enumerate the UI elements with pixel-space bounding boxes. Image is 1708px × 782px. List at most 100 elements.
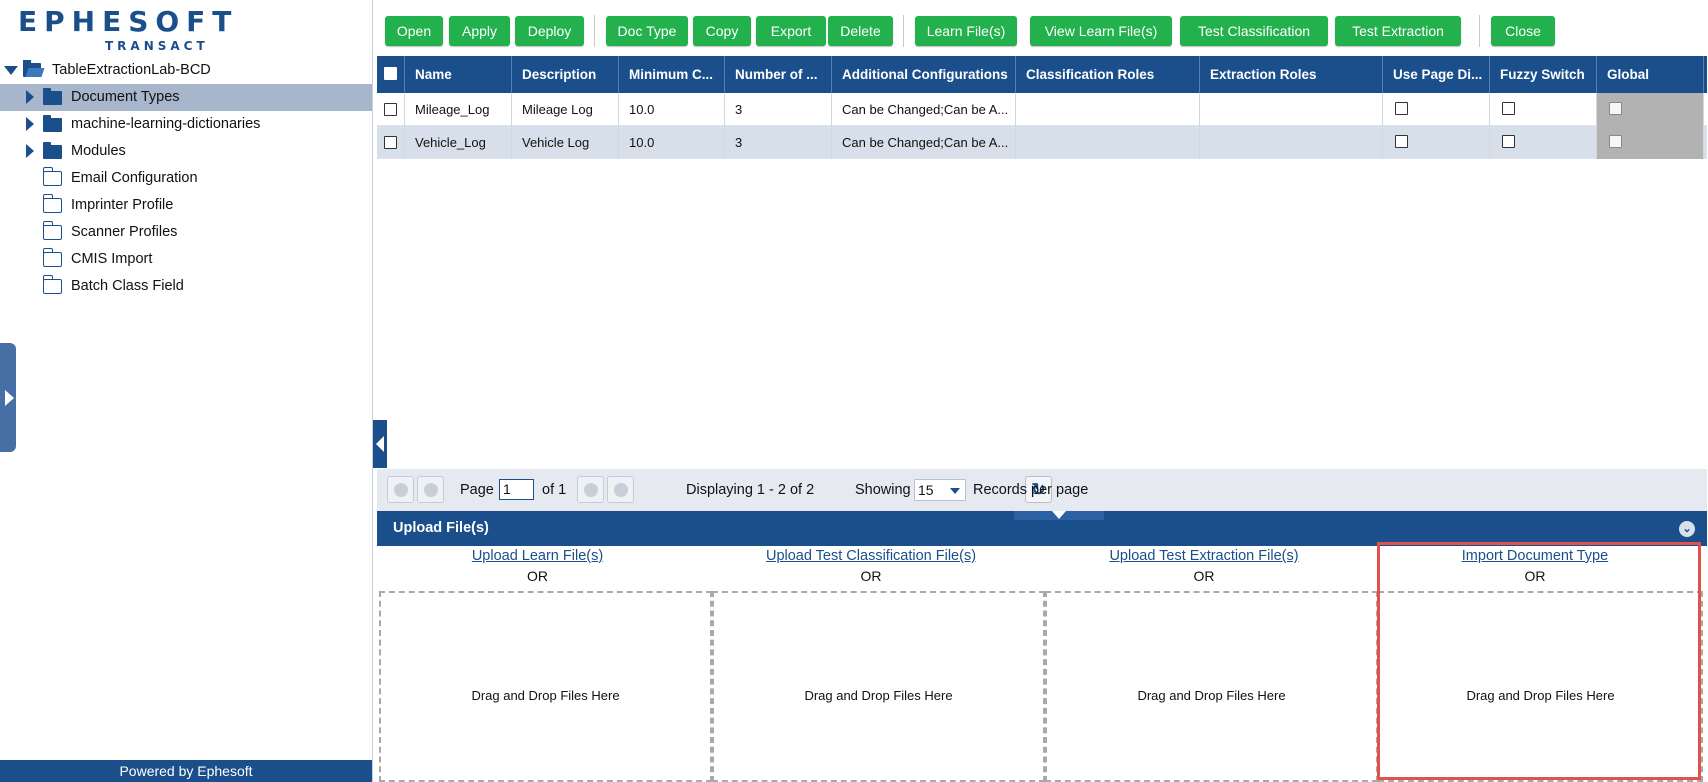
cell-use-page-di: [1383, 93, 1490, 126]
col-header-fuzzy-switch[interactable]: Fuzzy Switch: [1490, 56, 1597, 93]
fuzzy-switch-checkbox[interactable]: [1502, 135, 1515, 148]
next-page-icon: [584, 483, 598, 497]
select-all-checkbox[interactable]: [384, 67, 397, 80]
showing-label: Showing: [855, 482, 911, 498]
tree-item-modules[interactable]: Modules: [0, 138, 372, 165]
table-row[interactable]: Vehicle_Log Vehicle Log 10.0 3 Can be Ch…: [377, 126, 1707, 159]
cell-fuzzy-switch: [1490, 93, 1597, 126]
tree-item-label: Document Types: [71, 89, 180, 105]
tree-item-document-types[interactable]: Document Types: [0, 84, 372, 111]
toolbar-separator: [903, 15, 904, 47]
page-size-select[interactable]: 15: [914, 479, 966, 501]
last-page-icon: [614, 483, 628, 497]
test-extraction-button[interactable]: Test Extraction: [1335, 16, 1461, 46]
upload-learn-files-link[interactable]: Upload Learn File(s): [371, 548, 704, 564]
grid-header: Name Description Minimum C... Number of …: [377, 56, 1707, 93]
logo-subtitle: TRANSACT: [105, 39, 209, 53]
expand-right-icon[interactable]: [26, 90, 34, 104]
expand-right-icon[interactable]: [26, 144, 34, 158]
upload-panel-header: Upload File(s) ⌄: [377, 511, 1707, 546]
cell-extraction-roles: [1200, 126, 1383, 159]
fuzzy-switch-checkbox[interactable]: [1502, 102, 1515, 115]
test-extraction-drop-zone[interactable]: Drag and Drop Files Here: [1045, 591, 1378, 782]
close-button[interactable]: Close: [1491, 16, 1555, 46]
next-page-button[interactable]: [577, 476, 604, 503]
collapse-tree-tab[interactable]: [373, 420, 387, 468]
col-header-extraction-roles[interactable]: Extraction Roles: [1200, 56, 1383, 93]
toolbar-separator: [594, 15, 595, 47]
col-header-global[interactable]: Global: [1597, 56, 1704, 93]
col-header-name[interactable]: Name: [405, 56, 512, 93]
panel-divider: [372, 0, 373, 782]
or-label: OR: [860, 568, 882, 584]
logo-wordmark: EPHESOFT: [18, 5, 239, 38]
use-page-di-checkbox[interactable]: [1395, 135, 1408, 148]
col-header-description[interactable]: Description: [512, 56, 619, 93]
collapse-upload-handle[interactable]: [1014, 511, 1104, 520]
table-row[interactable]: Mileage_Log Mileage Log 10.0 3 Can be Ch…: [377, 93, 1707, 126]
cell-fuzzy-switch: [1490, 126, 1597, 159]
upload-test-classification-link[interactable]: Upload Test Classification File(s): [704, 548, 1038, 564]
learn-files-button[interactable]: Learn File(s): [915, 16, 1017, 46]
cell-use-page-di: [1383, 126, 1490, 159]
col-header-classification-roles[interactable]: Classification Roles: [1016, 56, 1200, 93]
cell-additional-configurations: Can be Changed;Can be A...: [832, 126, 1016, 159]
tree-item-imprinter-profile[interactable]: Imprinter Profile: [0, 192, 372, 219]
expand-menu-tab[interactable]: [0, 343, 16, 452]
first-page-button[interactable]: [387, 476, 414, 503]
tree-item-label: machine-learning-dictionaries: [71, 116, 261, 132]
test-classification-drop-zone[interactable]: Drag and Drop Files Here: [712, 591, 1045, 782]
deploy-button[interactable]: Deploy: [515, 16, 584, 46]
toolbar-separator: [1479, 15, 1480, 47]
previous-page-icon: [424, 483, 438, 497]
tree-root-label: TableExtractionLab-BCD: [52, 62, 211, 78]
previous-page-button[interactable]: [417, 476, 444, 503]
page-number-input[interactable]: 1: [499, 479, 534, 500]
row-select-cell[interactable]: [377, 126, 405, 159]
records-per-page-label: Records per page: [973, 482, 1089, 498]
tree-item-scanner-profiles[interactable]: Scanner Profiles: [0, 219, 372, 246]
header-select-all[interactable]: [377, 56, 405, 93]
row-checkbox[interactable]: [384, 103, 397, 116]
use-page-di-checkbox[interactable]: [1395, 102, 1408, 115]
row-select-cell[interactable]: [377, 93, 405, 126]
tree-item-cmis-import[interactable]: CMIS Import: [0, 246, 372, 273]
grid-pager: Page 1 of 1 ↻ Displaying 1 - 2 of 2 Show…: [377, 469, 1707, 511]
doc-type-button[interactable]: Doc Type: [606, 16, 688, 46]
cell-description: Vehicle Log: [512, 126, 619, 159]
upload-panel-title: Upload File(s): [393, 520, 489, 536]
cell-classification-roles: [1016, 126, 1200, 159]
test-classification-button[interactable]: Test Classification: [1180, 16, 1328, 46]
col-header-number[interactable]: Number of ...: [725, 56, 832, 93]
col-header-use-page-di[interactable]: Use Page Di...: [1383, 56, 1490, 93]
upload-test-extraction-section: Upload Test Extraction File(s) OR Drag a…: [1043, 546, 1378, 782]
copy-button[interactable]: Copy: [693, 16, 751, 46]
tree-item-label: Scanner Profiles: [71, 224, 178, 240]
tree-item-email-configuration[interactable]: Email Configuration: [0, 165, 372, 192]
apply-button[interactable]: Apply: [449, 16, 510, 46]
cell-number: 3: [725, 126, 832, 159]
last-page-button[interactable]: [607, 476, 634, 503]
folder-icon: [43, 88, 62, 105]
expand-right-icon[interactable]: [26, 117, 34, 131]
row-checkbox[interactable]: [384, 136, 397, 149]
tree-root[interactable]: TableExtractionLab-BCD: [0, 57, 372, 84]
col-header-additional-configurations[interactable]: Additional Configurations: [832, 56, 1016, 93]
view-learn-files-button[interactable]: View Learn File(s): [1030, 16, 1172, 46]
page-size-value: 15: [918, 482, 934, 498]
learn-drop-zone[interactable]: Drag and Drop Files Here: [379, 591, 712, 782]
cell-global: [1597, 126, 1704, 159]
delete-button[interactable]: Delete: [828, 16, 893, 46]
cell-minimum-confidence: 10.0: [619, 93, 725, 126]
export-button[interactable]: Export: [756, 16, 826, 46]
powered-by-footer: Powered by Ephesoft: [0, 760, 372, 782]
expand-down-icon[interactable]: [4, 66, 18, 75]
col-header-minimum-confidence[interactable]: Minimum C...: [619, 56, 725, 93]
tree-item-machine-learning-dictionaries[interactable]: machine-learning-dictionaries: [0, 111, 372, 138]
page-count: of 1: [542, 482, 567, 498]
upload-test-extraction-link[interactable]: Upload Test Extraction File(s): [1037, 548, 1371, 564]
open-button[interactable]: Open: [385, 16, 443, 46]
collapse-panel-icon[interactable]: ⌄: [1679, 521, 1695, 537]
tree-item-batch-class-field[interactable]: Batch Class Field: [0, 273, 372, 300]
cell-additional-configurations: Can be Changed;Can be A...: [832, 93, 1016, 126]
